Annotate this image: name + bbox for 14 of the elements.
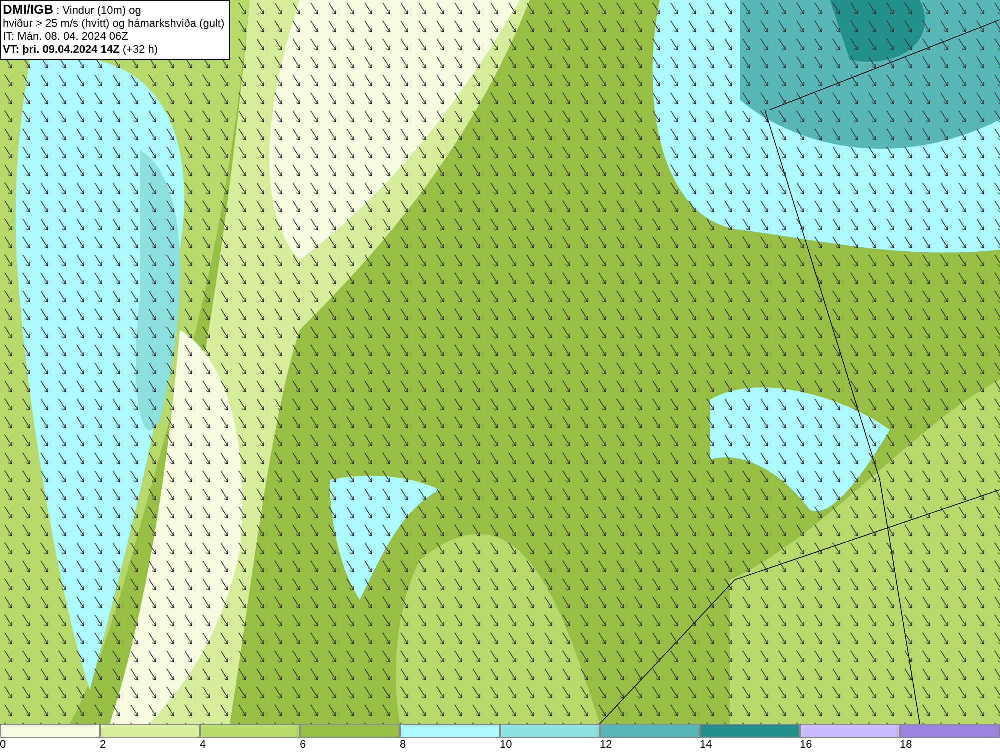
legend-label: 2: [100, 738, 106, 752]
title-line: DMI/IGB : Vindur (10m) og: [3, 3, 142, 18]
title-line: IT: Mán. 08. 04. 2024 06Z: [3, 31, 130, 44]
legend-label: 14: [700, 738, 712, 752]
legend-label: 0: [0, 738, 6, 752]
title-line: VT: þri. 09.04.2024 14Z (+32 h): [3, 44, 160, 57]
legend-label: 16: [800, 738, 812, 752]
legend-label: 8: [400, 738, 406, 752]
legend-label: 18: [900, 738, 912, 752]
legend-label: 6: [300, 738, 306, 752]
title-line: hviður > 25 m/s (hvítt) og hámarkshviða (gult): [3, 18, 225, 31]
legend-label: 12: [600, 738, 612, 752]
legend-label: 10: [500, 738, 512, 752]
legend-label: 4: [200, 738, 206, 752]
